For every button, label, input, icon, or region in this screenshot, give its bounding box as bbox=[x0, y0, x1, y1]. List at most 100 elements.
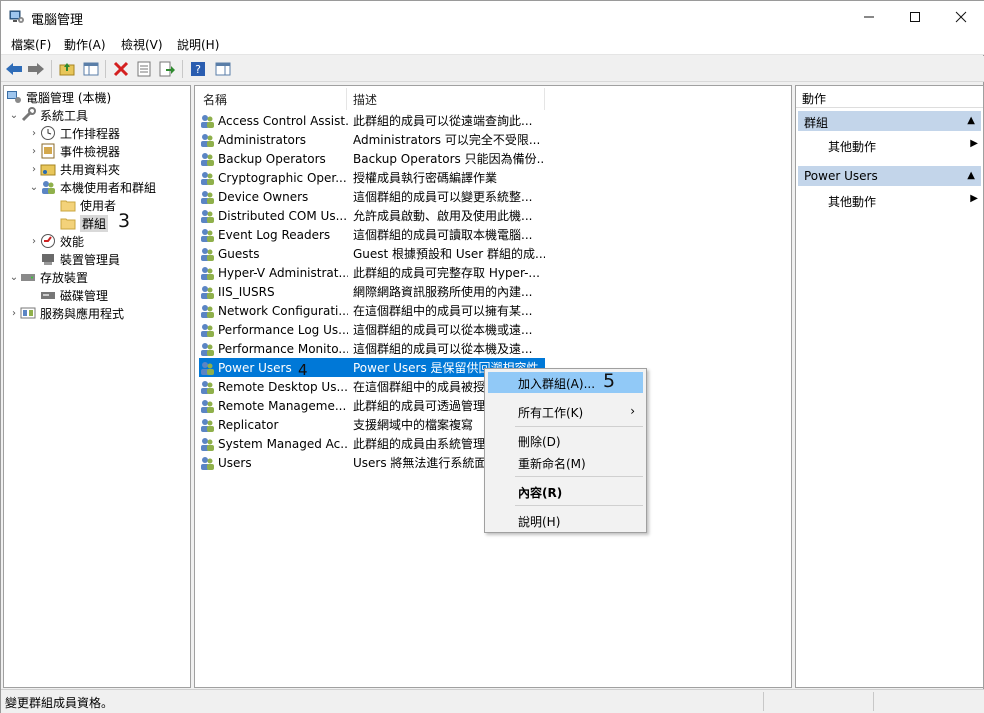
delete-x-icon bbox=[113, 61, 129, 77]
group-icon bbox=[201, 342, 214, 356]
tree-item-groups[interactable]: 群組 bbox=[60, 214, 109, 232]
computer-management-icon bbox=[9, 10, 24, 23]
actions-section-groups[interactable]: 群組 ▲ bbox=[798, 111, 981, 131]
group-row[interactable]: IIS_IUSRS 網際網路資訊服務所使用的內建... bbox=[199, 282, 545, 301]
group-description: Administrators 可以完全不受限... bbox=[353, 133, 541, 147]
group-description: 此群組的成員可完整存取 Hyper-... bbox=[353, 266, 540, 280]
group-row[interactable]: Administrators Administrators 可以完全不受限... bbox=[199, 130, 545, 149]
group-icon bbox=[201, 152, 214, 166]
more-actions-power-users[interactable]: 其他動作 ▶ bbox=[828, 193, 978, 210]
tree-item-users[interactable]: 使用者 bbox=[60, 196, 116, 214]
tree-item-system-tools[interactable]: ⌄ 系統工具 bbox=[8, 106, 88, 124]
menu-item-all-tasks[interactable]: 所有工作(K) › bbox=[488, 401, 643, 422]
maximize-button[interactable] bbox=[892, 1, 938, 33]
tree-item-shared-folders[interactable]: › 共用資料夾 bbox=[28, 160, 120, 178]
actions-title: 動作 bbox=[796, 86, 983, 108]
chevron-right-icon[interactable]: › bbox=[28, 146, 40, 157]
group-row[interactable]: Backup Operators Backup Operators 只能因為備份.… bbox=[199, 149, 545, 168]
shared-folder-icon bbox=[40, 161, 56, 177]
performance-icon bbox=[40, 233, 56, 249]
group-row[interactable]: Performance Log Us... 這個群組的成員可以從本機或遠... bbox=[199, 320, 545, 339]
toolbar: ? bbox=[1, 56, 984, 82]
menu-item-add-to-group[interactable]: 加入群組(A)... bbox=[488, 372, 643, 393]
chevron-right-icon[interactable]: › bbox=[28, 236, 40, 247]
menu-file[interactable]: 檔案(F) bbox=[11, 36, 51, 53]
chevron-down-icon[interactable]: ⌄ bbox=[28, 182, 40, 193]
minimize-button[interactable] bbox=[846, 1, 892, 33]
help-button[interactable]: ? bbox=[188, 59, 208, 79]
group-icon bbox=[201, 304, 214, 318]
up-folder-button[interactable] bbox=[57, 59, 77, 79]
group-name: Hyper-V Administrat... bbox=[218, 265, 348, 280]
tools-icon bbox=[20, 107, 36, 123]
tree-item-event-viewer[interactable]: › 事件檢視器 bbox=[28, 142, 120, 160]
close-button[interactable] bbox=[938, 1, 984, 33]
delete-button[interactable] bbox=[111, 59, 131, 79]
tree-item-task-scheduler[interactable]: › 工作排程器 bbox=[28, 124, 120, 142]
group-row[interactable]: Access Control Assist... 此群組的成員可以從遠端查詢此..… bbox=[199, 111, 545, 130]
tree-item-computer-management[interactable]: 電腦管理 (本機) bbox=[6, 88, 111, 106]
chevron-down-icon[interactable]: ⌄ bbox=[8, 272, 20, 283]
menu-view[interactable]: 檢視(V) bbox=[121, 36, 163, 53]
column-header-name[interactable]: 名稱 bbox=[197, 88, 347, 110]
back-button[interactable] bbox=[4, 59, 24, 79]
menu-item-properties[interactable]: 內容(R) bbox=[488, 481, 643, 502]
chevron-right-icon[interactable]: › bbox=[28, 128, 40, 139]
forward-button[interactable] bbox=[26, 59, 46, 79]
maximize-icon bbox=[910, 12, 920, 22]
tree-item-services-applications[interactable]: › 服務與應用程式 bbox=[8, 304, 124, 322]
submenu-arrow-icon: › bbox=[630, 404, 635, 418]
chevron-down-icon[interactable]: ⌄ bbox=[8, 110, 20, 121]
group-description: 這個群組的成員可以從本機及遠... bbox=[353, 342, 533, 356]
tree-item-disk-management[interactable]: 磁碟管理 bbox=[40, 286, 108, 304]
group-name: Power Users bbox=[218, 360, 292, 375]
group-icon bbox=[201, 323, 214, 337]
group-description: 這個群組的成員可以變更系統整... bbox=[353, 190, 533, 204]
group-icon bbox=[201, 418, 214, 432]
menu-item-delete[interactable]: 刪除(D) bbox=[488, 430, 643, 451]
back-arrow-icon bbox=[6, 63, 22, 75]
show-hide-tree-button[interactable] bbox=[81, 59, 101, 79]
group-icon bbox=[201, 209, 214, 223]
handwritten-step-4: 4 bbox=[298, 361, 308, 379]
export-list-button[interactable] bbox=[157, 59, 177, 79]
group-name: Access Control Assist... bbox=[218, 113, 348, 128]
tree-item-storage[interactable]: ⌄ 存放裝置 bbox=[8, 268, 88, 286]
group-name: System Managed Ac... bbox=[218, 436, 348, 451]
menu-help[interactable]: 說明(H) bbox=[177, 36, 219, 53]
group-row[interactable]: Cryptographic Oper... 授權成員執行密碼編譯作業 bbox=[199, 168, 545, 187]
status-cell bbox=[763, 692, 873, 711]
chevron-right-icon[interactable]: › bbox=[28, 164, 40, 175]
actions-section-power-users[interactable]: Power Users ▲ bbox=[798, 166, 981, 186]
tree-item-device-manager[interactable]: 裝置管理員 bbox=[40, 250, 120, 268]
forward-arrow-icon bbox=[28, 63, 44, 75]
menu-item-help[interactable]: 說明(H) bbox=[488, 510, 643, 531]
show-hide-action-pane-button[interactable] bbox=[213, 59, 233, 79]
group-row[interactable]: Distributed COM Us... 允許成員啟動、啟用及使用此機... bbox=[199, 206, 545, 225]
group-row[interactable]: Event Log Readers 這個群組的成員可讀取本機電腦... bbox=[199, 225, 545, 244]
group-row[interactable]: Performance Monito... 這個群組的成員可以從本機及遠... bbox=[199, 339, 545, 358]
submenu-arrow-icon: ▶ bbox=[970, 193, 978, 204]
more-actions-groups[interactable]: 其他動作 ▶ bbox=[828, 138, 978, 155]
group-icon bbox=[201, 228, 214, 242]
column-header-description[interactable]: 描述 bbox=[347, 88, 545, 110]
group-row[interactable]: Device Owners 這個群組的成員可以變更系統整... bbox=[199, 187, 545, 206]
group-description: 這個群組的成員可以從本機或遠... bbox=[353, 323, 533, 337]
console-tree: 電腦管理 (本機) ⌄ 系統工具 › 工作排程器 › 事件檢視器 › 共用資料夾… bbox=[3, 85, 191, 688]
group-description: 允許成員啟動、啟用及使用此機... bbox=[353, 209, 533, 223]
chevron-right-icon[interactable]: › bbox=[8, 308, 20, 319]
folder-icon bbox=[60, 215, 76, 231]
tree-item-local-users-groups[interactable]: ⌄ 本機使用者和群組 bbox=[28, 178, 156, 196]
menu-action[interactable]: 動作(A) bbox=[64, 36, 106, 53]
users-icon bbox=[40, 179, 56, 195]
properties-button[interactable] bbox=[134, 59, 154, 79]
group-description: 此群組的成員可以從遠端查詢此... bbox=[353, 114, 533, 128]
group-row[interactable]: Guests Guest 根據預設和 User 群組的成... bbox=[199, 244, 545, 263]
group-row[interactable]: Hyper-V Administrat... 此群組的成員可完整存取 Hyper-… bbox=[199, 263, 545, 282]
group-icon bbox=[201, 285, 214, 299]
tree-item-performance[interactable]: › 效能 bbox=[28, 232, 84, 250]
group-icon bbox=[201, 190, 214, 204]
collapse-arrow-icon: ▲ bbox=[967, 170, 975, 181]
menu-item-rename[interactable]: 重新命名(M) bbox=[488, 452, 643, 473]
group-row[interactable]: Network Configurati... 在這個群組中的成員可以擁有某... bbox=[199, 301, 545, 320]
